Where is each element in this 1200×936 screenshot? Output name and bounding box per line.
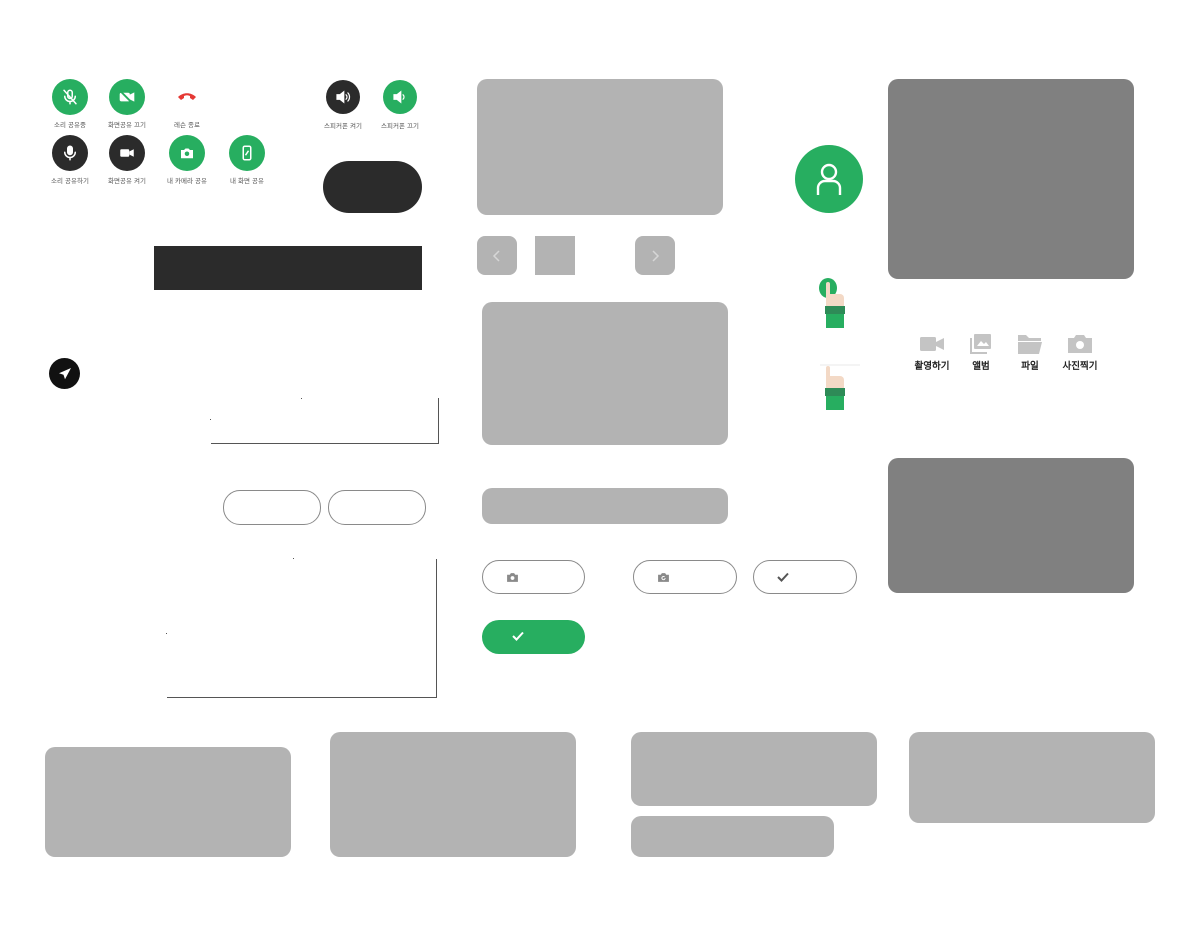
end-lesson-button[interactable] (175, 86, 199, 106)
check-icon (511, 629, 525, 643)
screen-share-off-button[interactable] (109, 79, 145, 115)
frame-dot (166, 633, 167, 634)
attach-record-video[interactable]: 촬영하기 (904, 333, 960, 372)
video-preview-placeholder (477, 79, 723, 215)
attach-take-photo-label: 사진찍기 (1062, 361, 1098, 372)
camera-icon (181, 148, 193, 159)
attach-album[interactable]: 앨범 (953, 333, 1009, 372)
end-lesson-label: 레슨 종료 (174, 121, 200, 129)
camera-rotate-icon (656, 570, 670, 584)
outline-pill-right[interactable] (328, 490, 426, 525)
mobile-screen-icon (242, 145, 252, 161)
speaker-off-label: 스피커폰 끄기 (381, 122, 419, 130)
hand-pointer-pressed-icon (812, 276, 852, 332)
next-button[interactable] (635, 236, 675, 275)
my-camera-share-button[interactable] (169, 135, 205, 171)
my-screen-share-label: 내 화면 공유 (229, 177, 265, 185)
my-screen-share-button[interactable] (229, 135, 265, 171)
chevron-left-icon (492, 249, 500, 262)
camera-icon (505, 570, 519, 584)
attach-record-video-label: 촬영하기 (914, 361, 950, 372)
user-avatar (795, 145, 863, 213)
mic-share-button[interactable] (52, 135, 88, 171)
card-placeholder-3 (631, 732, 877, 806)
video-camera-icon (120, 149, 134, 157)
camera-pill-button[interactable] (482, 560, 585, 594)
send-button[interactable] (49, 358, 80, 389)
card-placeholder-4 (631, 816, 834, 857)
video-camera-icon (920, 337, 944, 351)
confirm-filled-button[interactable] (482, 620, 585, 654)
chevron-right-icon (652, 249, 660, 262)
speaker-on-button[interactable] (326, 80, 360, 114)
attach-file[interactable]: 파일 (1002, 333, 1058, 372)
message-frame (211, 398, 439, 444)
large-frame (167, 559, 437, 698)
attach-file-label: 파일 (1021, 361, 1039, 372)
speaker-off-button[interactable] (383, 80, 417, 114)
confirm-outline-button[interactable] (753, 560, 857, 594)
speaker-on-icon (336, 90, 351, 104)
album-icon (970, 334, 991, 354)
frame-dot (301, 398, 302, 399)
image-placeholder-dark (888, 458, 1134, 593)
screen-share-on-button[interactable] (109, 135, 145, 171)
retake-pill-button[interactable] (633, 560, 737, 594)
hand-pointer-icon (812, 362, 860, 414)
check-icon (776, 570, 790, 584)
frame-dot (293, 558, 294, 559)
outline-pill-left[interactable] (223, 490, 321, 525)
input-bar-placeholder[interactable] (482, 488, 728, 524)
user-icon (816, 163, 842, 195)
attach-take-photo[interactable]: 사진찍기 (1052, 333, 1108, 372)
hang-up-icon (178, 93, 196, 100)
mic-muted-icon (63, 89, 77, 105)
media-placeholder (482, 302, 728, 445)
card-placeholder-5 (909, 732, 1155, 823)
attach-album-label: 앨범 (972, 361, 990, 372)
send-icon (58, 367, 71, 379)
card-placeholder-2 (330, 732, 576, 857)
dark-pill-button[interactable] (323, 161, 422, 213)
prev-button[interactable] (477, 236, 517, 275)
mic-icon (64, 145, 76, 161)
speaker-low-icon (393, 90, 405, 104)
folder-icon (1018, 335, 1042, 354)
card-placeholder-1 (45, 747, 291, 857)
thumbnail-placeholder[interactable] (535, 236, 575, 275)
video-off-icon (119, 90, 135, 104)
camera-icon (1068, 335, 1092, 353)
mic-sharing-button[interactable] (52, 79, 88, 115)
dark-banner (154, 246, 422, 290)
remote-video-placeholder (888, 79, 1134, 279)
frame-dot (210, 419, 211, 420)
